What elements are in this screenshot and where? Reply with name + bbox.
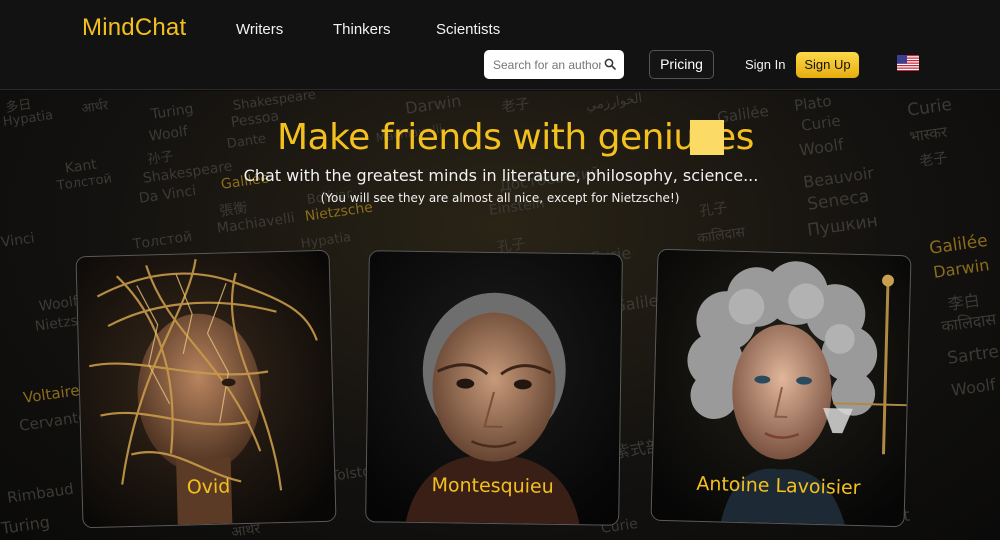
hero-subtitle: Chat with the greatest minds in literatu… bbox=[243, 166, 759, 185]
mindchat-logo[interactable]: MindChat bbox=[82, 14, 186, 42]
typing-cursor bbox=[690, 120, 724, 155]
bg-word: Толстой bbox=[132, 228, 194, 253]
search-input[interactable] bbox=[493, 56, 601, 73]
bg-word: Rimbaud bbox=[6, 479, 75, 507]
bg-word: 孙子 bbox=[146, 149, 175, 168]
bg-word: Plato bbox=[793, 91, 833, 115]
bg-word: Voltaire bbox=[22, 381, 81, 407]
bg-word: Curie bbox=[800, 111, 842, 135]
bg-word: कालिदास bbox=[696, 224, 747, 247]
author-name: Montesquieu bbox=[431, 474, 554, 498]
bg-word: Woolf bbox=[798, 134, 845, 160]
bg-word: Woolf bbox=[950, 374, 997, 400]
bg-word: Darwin bbox=[404, 91, 463, 118]
author-card-antoine-lavoisier[interactable]: Antoine Lavoisier bbox=[650, 248, 912, 528]
nav-scientists[interactable]: Scientists bbox=[436, 21, 500, 38]
nav-thinkers[interactable]: Thinkers bbox=[333, 21, 391, 38]
bg-word: आर्थर bbox=[80, 98, 110, 117]
us-flag-icon[interactable] bbox=[897, 55, 919, 71]
bg-word: Darwin bbox=[932, 255, 991, 282]
bg-word: الخوارزمي bbox=[585, 91, 644, 114]
nav-writers[interactable]: Writers bbox=[236, 21, 283, 38]
bg-word: Turing bbox=[150, 101, 195, 123]
hero-title: Make friends with geniuses bbox=[277, 117, 754, 158]
bg-word: Galilée bbox=[928, 230, 989, 259]
bg-word: Sartre bbox=[946, 341, 1000, 369]
bg-word: Woolf bbox=[38, 293, 79, 315]
bg-word: भास्कर bbox=[908, 122, 949, 146]
bg-word: Vinci bbox=[0, 230, 36, 251]
bg-word: Curie bbox=[906, 94, 954, 121]
search-icon[interactable] bbox=[604, 58, 616, 70]
hero-note: (You will see they are almost all nice, … bbox=[320, 191, 680, 205]
author-card-montesquieu[interactable]: Montesquieu bbox=[365, 250, 623, 526]
sign-in-link[interactable]: Sign In bbox=[745, 57, 785, 72]
pricing-button[interactable]: Pricing bbox=[649, 50, 714, 79]
bg-word: Hypatia bbox=[300, 229, 352, 252]
top-navbar: MindChat Writers Thinkers Scientists Pri… bbox=[0, 0, 1000, 90]
sign-up-button[interactable]: Sign Up bbox=[796, 52, 859, 78]
search-box bbox=[484, 50, 624, 79]
author-card-ovid[interactable]: Ovid bbox=[75, 249, 337, 529]
bg-word: Woolf bbox=[148, 123, 189, 145]
bg-word: Dante bbox=[226, 131, 268, 152]
bg-word: Turing bbox=[0, 512, 51, 538]
bg-word: 老子 bbox=[500, 96, 531, 116]
bg-word: Пушкин bbox=[806, 211, 879, 241]
